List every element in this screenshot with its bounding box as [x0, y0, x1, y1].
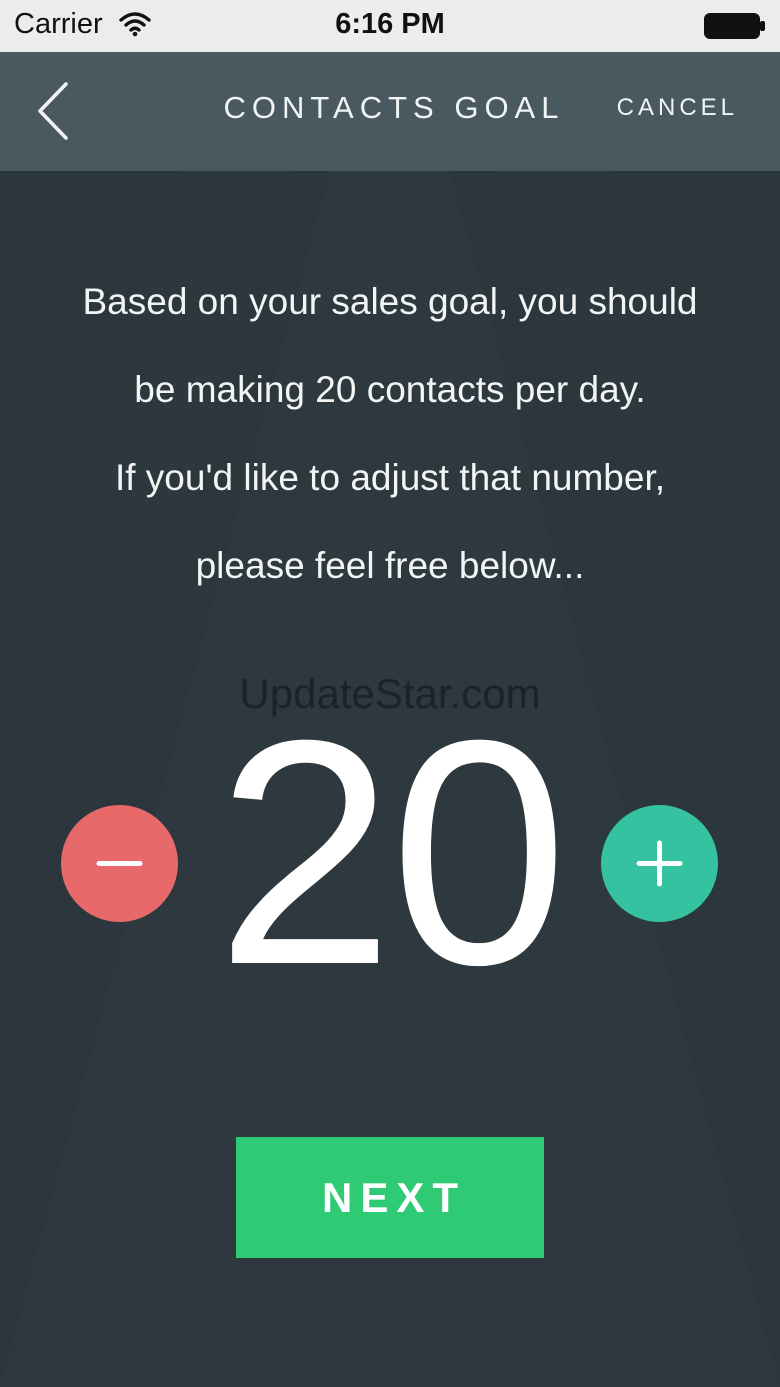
plus-icon — [636, 840, 683, 887]
status-bar: Carrier 6:16 PM — [0, 0, 780, 52]
minus-icon — [96, 861, 143, 866]
message-line: please feel free below... — [195, 545, 585, 586]
message-line: Based on your sales goal, you should — [82, 281, 698, 322]
message-line: be making 20 contacts per day. — [134, 369, 646, 410]
contacts-goal-value: 20 — [216, 673, 568, 1031]
increment-button[interactable] — [601, 805, 718, 922]
goal-message: Based on your sales goal, you should be … — [30, 258, 750, 610]
contacts-goal-screen: Carrier 6:16 PM CONTACTS GOAL CANCEL Bas… — [0, 0, 780, 1387]
next-button[interactable]: NEXT — [236, 1137, 544, 1258]
decrement-button[interactable] — [61, 805, 178, 922]
status-time: 6:16 PM — [335, 8, 445, 40]
message-line: If you'd like to adjust that number, — [114, 457, 666, 498]
battery-icon — [704, 13, 765, 39]
navigation-bar: CONTACTS GOAL CANCEL — [0, 52, 780, 171]
cancel-button[interactable]: CANCEL — [617, 94, 738, 122]
